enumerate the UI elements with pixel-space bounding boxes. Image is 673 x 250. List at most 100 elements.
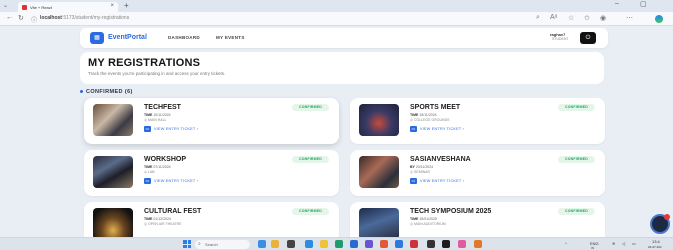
ticket-icon: ▭ (410, 178, 417, 184)
store-icon[interactable] (350, 240, 358, 248)
user-role: STUDENT (552, 37, 569, 41)
copilot-icon[interactable] (655, 15, 663, 23)
event-thumbnail (93, 104, 133, 136)
edge-icon[interactable] (305, 240, 313, 248)
ticket-icon: ▭ (144, 126, 151, 132)
ticket-icon: ▭ (410, 126, 417, 132)
tab-title: Vite + React (30, 4, 52, 10)
view-ticket-link[interactable]: ▭ VIEW ENTRY TICKET › (144, 126, 198, 132)
status-badge: CONFIRMED (558, 156, 595, 163)
section-dot-icon (80, 90, 83, 94)
reload-icon[interactable]: ↻ (18, 14, 24, 22)
weather-icon[interactable] (271, 240, 279, 248)
app-icon[interactable] (380, 240, 388, 248)
registration-card[interactable]: TECHFEST TIME 10/11/2024 ◎ MAIN HALL ▭ VI… (84, 98, 339, 144)
search-icon: ⌕ (198, 241, 201, 247)
event-location: ◎ SEMINAR (410, 170, 430, 174)
event-location: ◎ LAB (144, 170, 155, 174)
mail-icon[interactable] (395, 240, 403, 248)
chrome-icon[interactable] (335, 240, 343, 248)
clock-date[interactable]: 26-07-202 (648, 245, 662, 249)
status-badge: CONFIRMED (558, 104, 595, 111)
tray-region: IN (591, 246, 594, 250)
registration-card[interactable]: WORKSHOP TIME 07/11/2024 ◎ LAB ▭ VIEW ENT… (84, 150, 339, 196)
task-view-icon[interactable] (287, 240, 295, 248)
terminal-icon[interactable] (442, 240, 450, 248)
event-date: TIME 01/12/2024 (144, 217, 171, 221)
back-icon[interactable]: ← (6, 14, 13, 21)
event-location: ◎ OPEN AIR THEATRE (144, 222, 182, 226)
tab-menu-icon[interactable]: ⌄ (3, 2, 8, 9)
event-location: ◎ MAIN AUDITORIUM (410, 222, 446, 226)
logout-button[interactable]: ⏻ (580, 32, 596, 44)
event-date: TIME 07/11/2024 (144, 165, 171, 169)
browser-address-bar: ← ↻ ⓘ localhost:5173/student/my-registra… (0, 12, 673, 26)
event-title: TECHFEST (144, 104, 181, 111)
brand-name[interactable]: EventPortal (108, 34, 147, 41)
app-orange-icon[interactable] (474, 240, 482, 248)
vite-favicon-icon (22, 5, 27, 10)
event-title: CULTURAL FEST (144, 208, 202, 215)
event-date: TIME 15/11/2024 (410, 113, 437, 117)
app-red-icon[interactable] (410, 240, 418, 248)
event-location: ◎ COLLEGE GROUNDS (410, 118, 450, 122)
browser-tab-bar: ⌄ Vite + React × + – ▢ (0, 0, 673, 12)
volume-icon[interactable]: ◁ (622, 241, 625, 246)
nav-dashboard[interactable]: DASHBOARD (168, 35, 200, 40)
page-subtitle: Track the events you're participating in… (88, 71, 226, 76)
event-title: SPORTS MEET (410, 104, 461, 111)
zoom-icon[interactable]: ⌕ (536, 14, 540, 22)
page-header-card: MY REGISTRATIONS Track the events you're… (80, 52, 604, 84)
status-badge: CONFIRMED (558, 208, 595, 215)
windows-taskbar: ⌕ Search ^ ENG IN ≋ ◁ ▭ 13:4 26-07-202 (0, 237, 673, 250)
logout-icon: ⏻ (585, 35, 591, 41)
section-heading: CONFIRMED (6) (80, 89, 133, 95)
status-badge: CONFIRMED (292, 104, 329, 111)
event-thumbnail (359, 156, 399, 188)
widgets-icon[interactable] (258, 240, 266, 248)
event-location: ◎ MAIN HALL (144, 118, 167, 122)
view-ticket-link[interactable]: ▭ VIEW ENTRY TICKET › (144, 178, 198, 184)
wifi-icon[interactable]: ≋ (612, 241, 615, 246)
file-explorer-icon[interactable] (320, 240, 328, 248)
maximize-icon[interactable]: ▢ (640, 0, 647, 8)
event-date: TIME 15/01/2025 (410, 217, 437, 221)
read-aloud-icon[interactable]: Aᵃ (550, 14, 557, 21)
event-date: TIME 10/11/2024 (144, 113, 171, 117)
ticket-icon: ▭ (144, 178, 151, 184)
battery-icon[interactable]: ▭ (632, 241, 636, 246)
event-title: TECH SYMPOSIUM 2025 (410, 208, 492, 215)
event-title: WORKSHOP (144, 156, 186, 163)
app-pink-icon[interactable] (458, 240, 466, 248)
profile-icon[interactable]: ◉ (600, 14, 606, 22)
event-thumbnail (93, 156, 133, 188)
view-ticket-link[interactable]: ▭ VIEW ENTRY TICKET › (410, 126, 464, 132)
more-icon[interactable]: ⋯ (626, 14, 633, 22)
app-navbar: ▦ EventPortal DASHBOARD MY EVENTS raghav… (80, 28, 608, 48)
windows-start-icon[interactable] (183, 240, 191, 248)
clock-time[interactable]: 13:4 (652, 239, 660, 244)
url-field[interactable]: localhost:5173/student/my-registrations (40, 15, 129, 21)
registration-card[interactable]: SPORTS MEET TIME 15/11/2024 ◎ COLLEGE GR… (350, 98, 605, 144)
close-tab-icon[interactable]: × (110, 3, 114, 9)
status-badge: CONFIRMED (292, 208, 329, 215)
event-date: BY 20/11/2024 (410, 165, 434, 169)
taskbar-search[interactable]: ⌕ Search (195, 240, 250, 249)
new-tab-icon[interactable]: + (124, 1, 129, 10)
tray-chevron-icon[interactable]: ^ (565, 241, 567, 246)
chat-assistant-button[interactable] (650, 214, 670, 234)
calendar-logo-icon: ▦ (90, 32, 104, 44)
nav-my-events[interactable]: MY EVENTS (216, 35, 245, 40)
event-thumbnail (93, 208, 133, 240)
favorites-icon[interactable]: ✩ (584, 14, 590, 22)
vscode-icon[interactable] (365, 240, 373, 248)
browser-tab[interactable]: Vite + React × (18, 2, 118, 12)
page-title: MY REGISTRATIONS (88, 57, 201, 69)
app-dark-icon[interactable] (427, 240, 435, 248)
event-thumbnail (359, 208, 399, 240)
view-ticket-link[interactable]: ▭ VIEW ENTRY TICKET › (410, 178, 464, 184)
site-info-icon[interactable]: ⓘ (31, 15, 37, 24)
minimize-icon[interactable]: – (615, 0, 619, 7)
favorite-star-icon[interactable]: ☆ (568, 14, 574, 22)
registration-card[interactable]: SASIANVESHANA BY 20/11/2024 ◎ SEMINAR ▭ V… (350, 150, 605, 196)
